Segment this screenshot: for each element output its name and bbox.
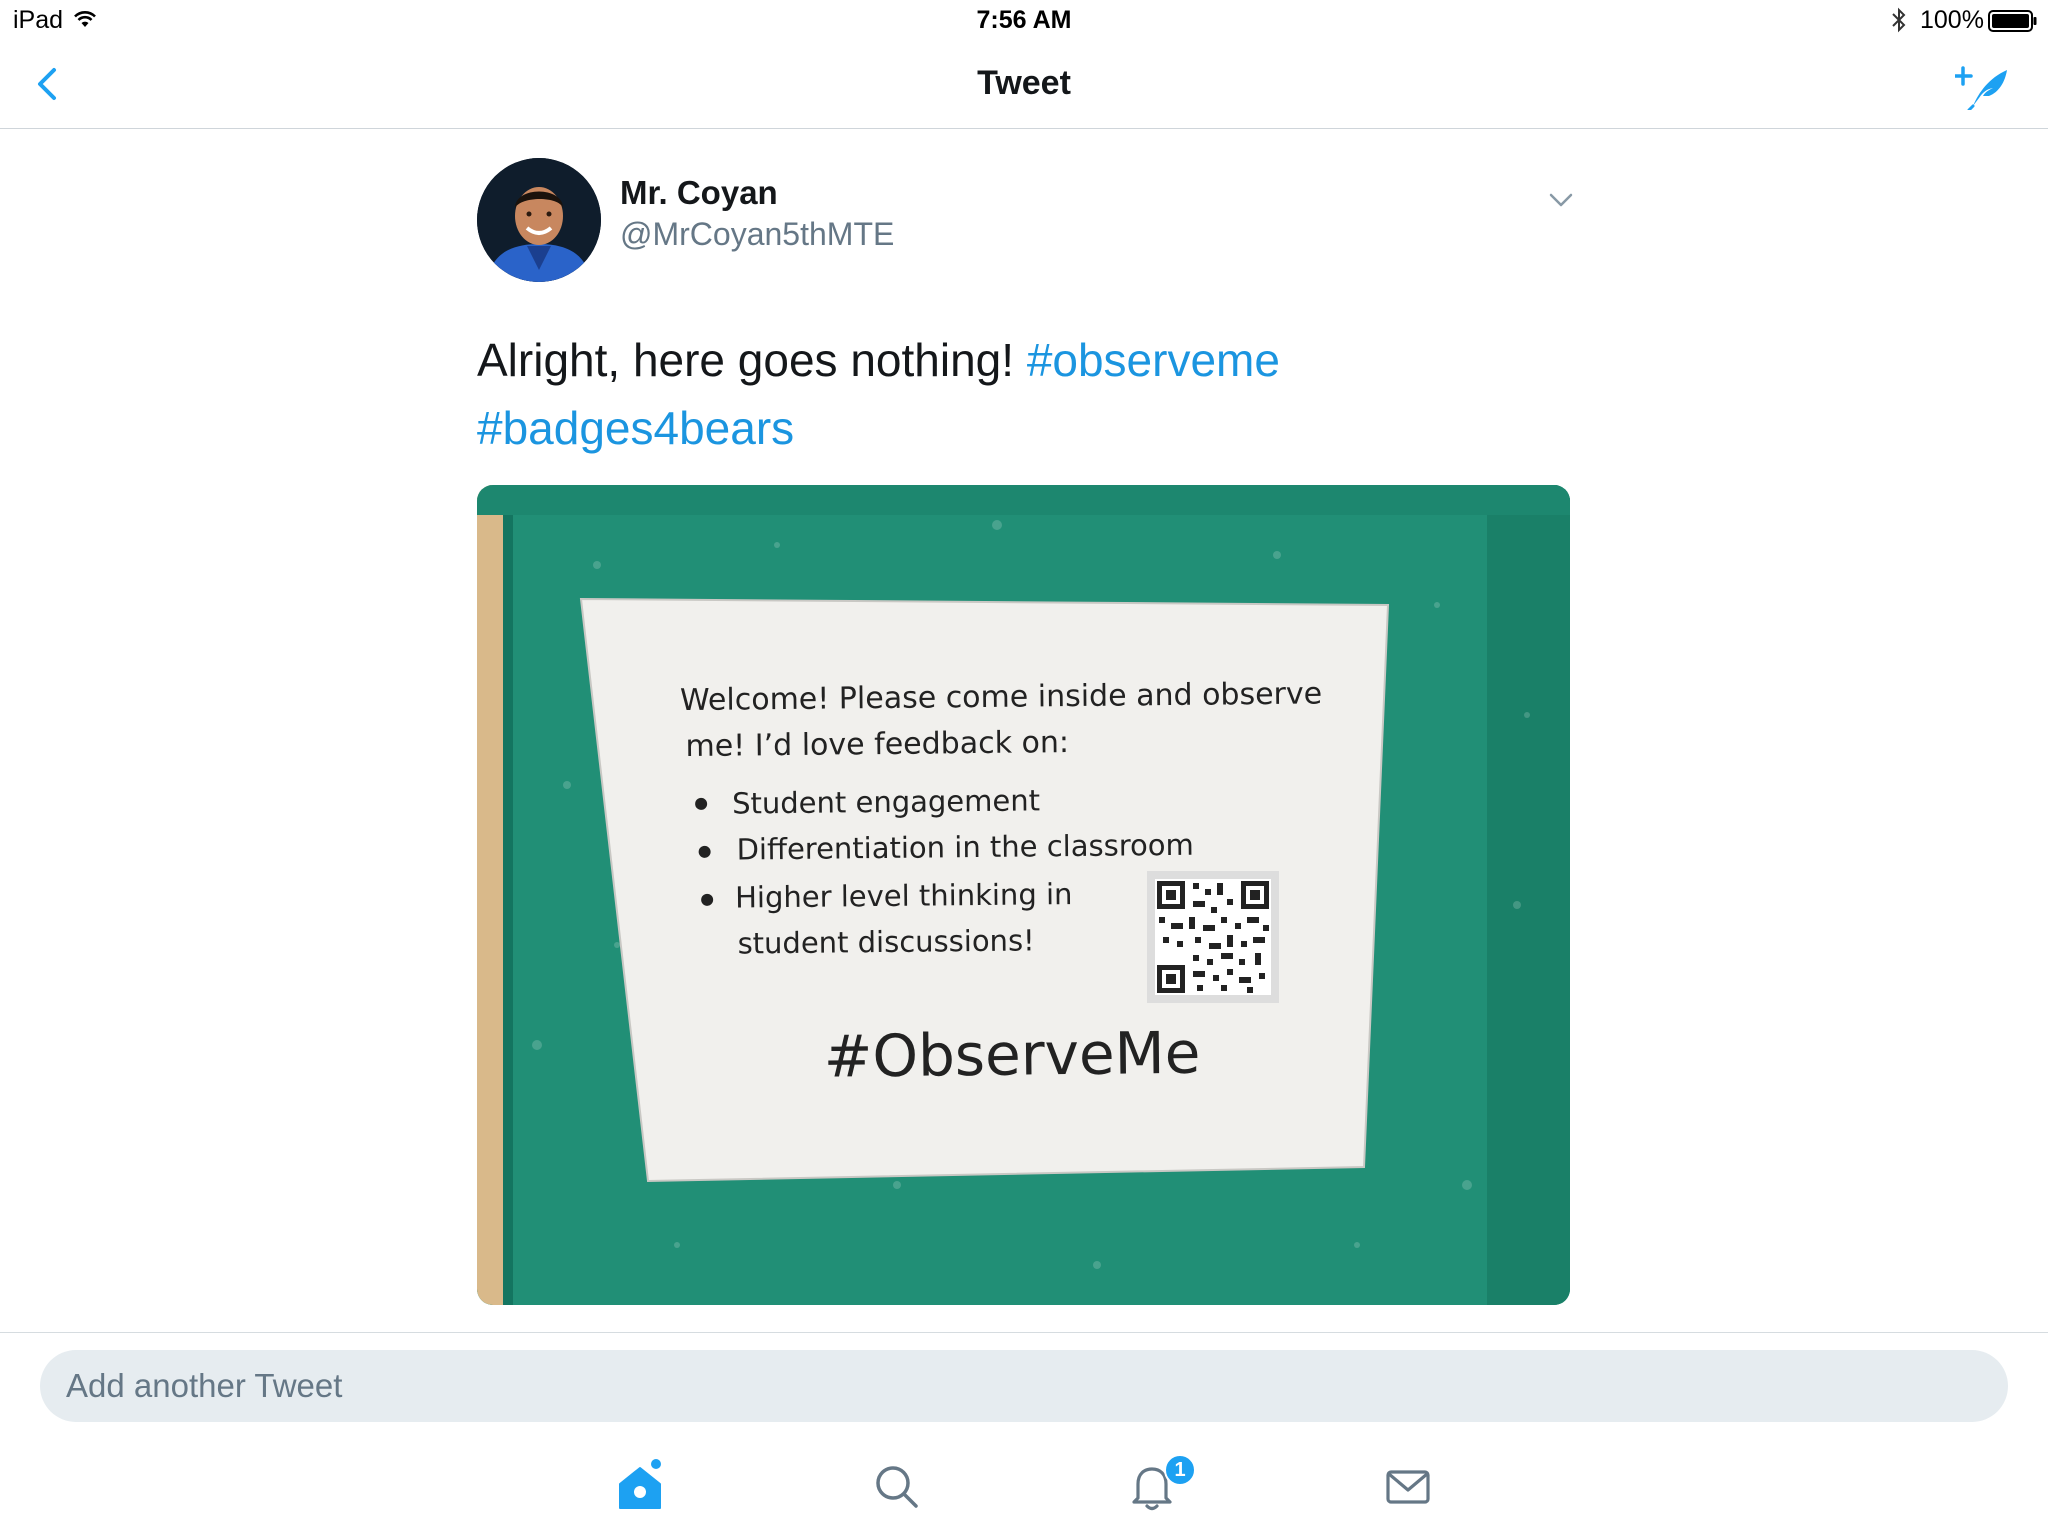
tweet-image[interactable]: Welcome! Please come inside and observe … [477,485,1570,1305]
sign-bullet: student discussions! [737,923,1034,960]
battery-icon [1988,10,2037,32]
status-bar: iPad 7:56 AM 100% [0,0,2048,40]
compose-tweet-icon[interactable] [1955,62,2011,110]
bluetooth-icon [1892,7,1906,33]
search-icon [876,1466,918,1508]
author-handle[interactable]: @MrCoyan5thMTE [620,216,894,253]
home-icon [619,1459,661,1509]
notification-badge: 1 [1164,1454,1196,1486]
tweet-text-body: Alright, here goes nothing! [477,334,1015,386]
tab-bar: 1 [0,1436,2048,1536]
sign-intro-line2: me! I’d love feedback on: [685,725,1069,764]
hashtag-link[interactable]: #badges4bears [477,402,794,454]
battery-percentage: 100% [1920,6,1984,34]
clock: 7:56 AM [976,6,1072,34]
author-name[interactable]: Mr. Coyan [620,174,778,212]
page-title: Tweet [977,64,1071,102]
chevron-down-icon[interactable] [1547,188,1575,212]
sign-bullet: Differentiation in the classroom [736,828,1194,867]
tab-notifications[interactable]: 1 [1122,1454,1196,1516]
qr-code [1147,871,1279,1003]
navigation-bar: Tweet [0,40,2048,129]
reply-divider [0,1332,2048,1333]
tab-home[interactable] [610,1456,670,1516]
reply-input[interactable] [40,1350,2008,1422]
tweet-text: Alright, here goes nothing! #observeme #… [477,326,1577,462]
envelope-icon [1386,1470,1430,1504]
tab-search[interactable] [866,1456,926,1516]
avatar[interactable] [477,158,601,282]
hashtag-link[interactable]: #observeme [1027,334,1280,386]
sign-intro-line1: Welcome! Please come inside and observe [680,676,1322,718]
tab-messages[interactable] [1378,1456,1438,1516]
sign-bullet: Student engagement [732,783,1040,820]
sign-hashtag: #ObserveMe [823,1019,1200,1091]
sign-bullet: Higher level thinking in [735,877,1073,915]
tweet-photo: Welcome! Please come inside and observe … [477,485,1570,1305]
avatar-photo [477,158,601,282]
